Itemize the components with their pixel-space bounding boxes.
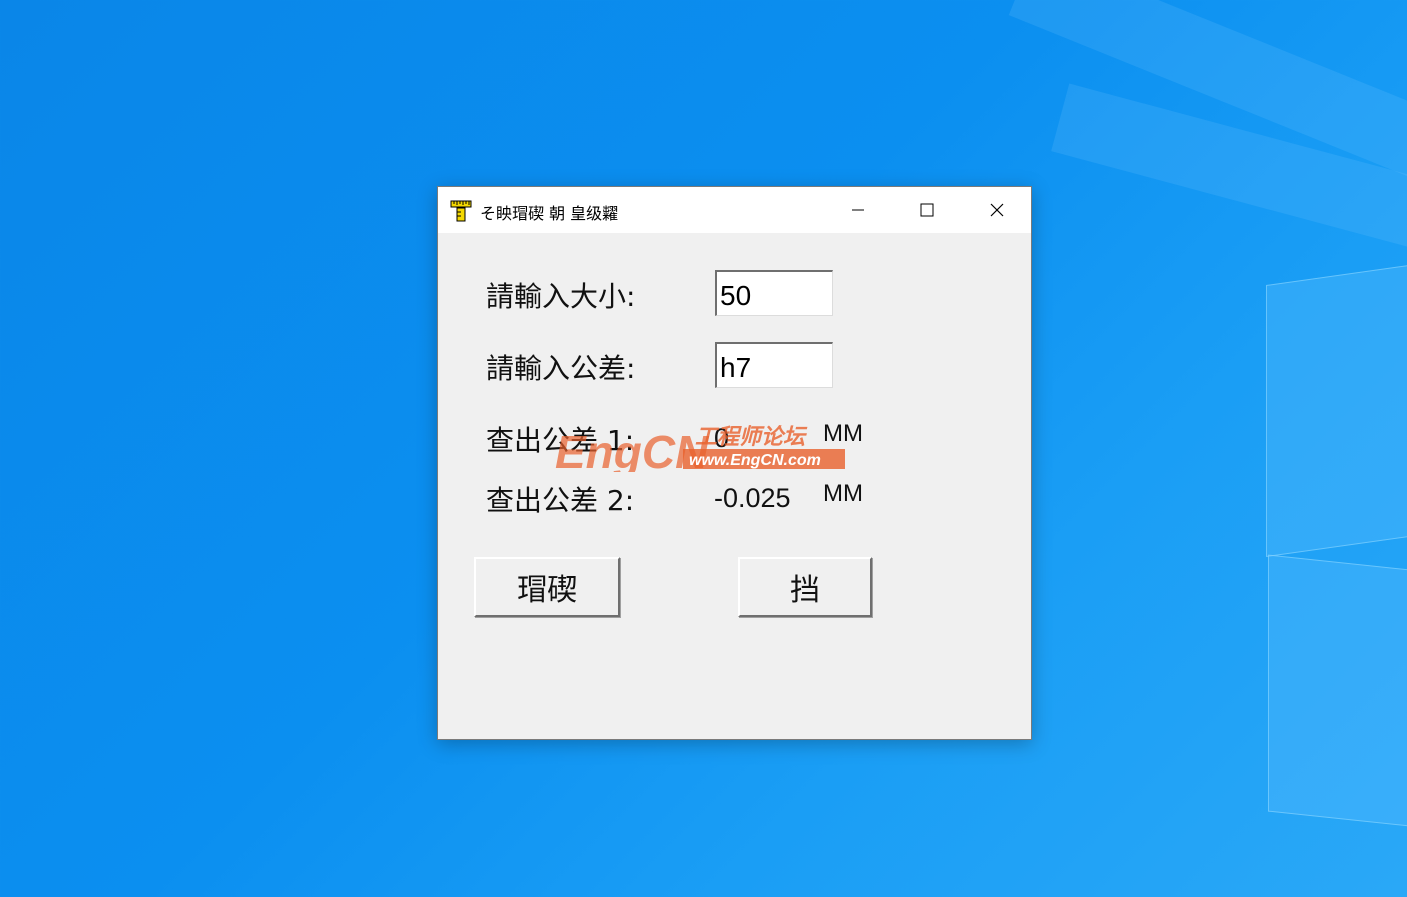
ruler-app-icon bbox=[450, 198, 472, 222]
windows-logo-pane-bottom bbox=[1268, 554, 1407, 827]
window-title: そ眏瑁碶 朝 皇级糶 bbox=[480, 204, 619, 223]
windows-logo-pane-top bbox=[1266, 264, 1407, 558]
size-label: 請輸入大小: bbox=[486, 280, 636, 313]
tolerance-input[interactable]: h7 bbox=[715, 342, 833, 388]
result1-unit: MM bbox=[823, 420, 863, 447]
minimize-button[interactable] bbox=[835, 187, 881, 233]
size-input[interactable]: 50 bbox=[715, 270, 833, 316]
maximize-icon bbox=[920, 203, 934, 217]
confirm-button[interactable]: 瑁碶 bbox=[474, 557, 620, 617]
minimize-icon bbox=[852, 209, 864, 211]
close-icon bbox=[990, 203, 1004, 217]
result2-label: 查出公差 2: bbox=[486, 484, 635, 517]
result1-label: 查出公差 1: bbox=[486, 424, 635, 457]
close-button[interactable] bbox=[974, 187, 1020, 233]
exit-button[interactable]: 挡 bbox=[738, 557, 872, 617]
tolerance-app-window: そ眏瑁碶 朝 皇级糶 請輸入大小: 50 請輸入公差: h7 查出公差 1: 0… bbox=[437, 186, 1032, 740]
result2-unit: MM bbox=[823, 480, 863, 507]
tolerance-label: 請輸入公差: bbox=[486, 352, 636, 385]
title-bar[interactable]: そ眏瑁碶 朝 皇级糶 bbox=[438, 187, 1031, 233]
result1-value: 0 bbox=[714, 423, 730, 453]
result2-value: -0.025 bbox=[714, 483, 791, 513]
maximize-button[interactable] bbox=[904, 187, 950, 233]
